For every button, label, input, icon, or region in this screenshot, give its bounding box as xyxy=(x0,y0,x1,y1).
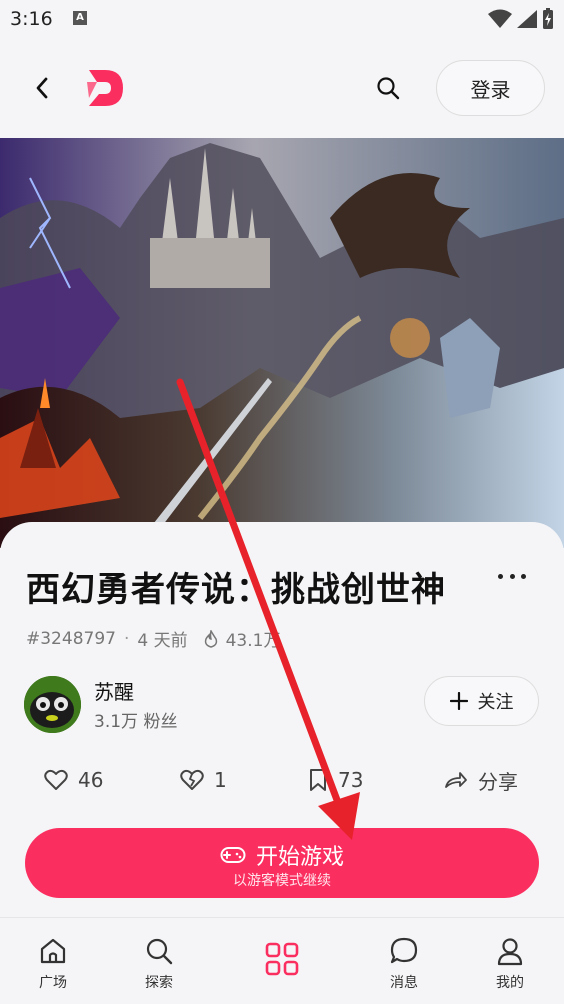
meta-separator: · xyxy=(123,628,130,649)
bookmark-button[interactable]: 73 xyxy=(308,760,363,800)
more-options-button[interactable] xyxy=(498,566,526,586)
broken-heart-icon xyxy=(180,769,204,790)
game-heat: 43.1万 xyxy=(225,631,281,651)
nav-label-profile: 我的 xyxy=(496,975,524,991)
search-icon xyxy=(377,77,400,100)
game-post-time: 4 天前 xyxy=(137,631,188,651)
start-game-sublabel: 以游客模式继续 xyxy=(233,873,331,889)
signal-icon xyxy=(517,10,537,28)
nav-label-plaza: 广场 xyxy=(39,975,67,991)
heart-icon xyxy=(44,769,68,790)
search-icon xyxy=(146,938,173,965)
status-icons xyxy=(488,8,554,30)
back-button[interactable] xyxy=(22,68,62,108)
author-fans-count: 3.1万 粉丝 xyxy=(94,712,178,732)
nav-item-plaza[interactable]: 广场 xyxy=(13,936,93,996)
search-button[interactable] xyxy=(368,68,408,108)
share-arrow-icon xyxy=(445,772,467,788)
gamepad-icon xyxy=(220,847,246,863)
nav-item-messages[interactable]: 消息 xyxy=(364,936,444,996)
start-game-label: 开始游戏 xyxy=(255,845,344,870)
dislike-count: 1 xyxy=(214,768,227,792)
status-time: 3:16 xyxy=(10,8,53,30)
more-dot xyxy=(498,573,503,579)
game-meta: #3248797 · 4 天前 43.1万 xyxy=(26,626,281,652)
chevron-left-icon xyxy=(36,77,48,99)
more-dot xyxy=(509,573,515,579)
fire-icon xyxy=(204,629,217,648)
author-name[interactable]: 苏醒 xyxy=(94,676,134,705)
battery-icon xyxy=(543,8,553,29)
share-button[interactable]: 分享 xyxy=(444,760,518,800)
bottom-navigation: 广场 探索 消息 我的 xyxy=(0,917,564,1004)
game-id: #3248797 xyxy=(26,628,116,649)
nav-label-messages: 消息 xyxy=(390,975,418,991)
game-title: 西幻勇者传说：挑战创世神 xyxy=(26,570,446,610)
hero-cover-image xyxy=(0,138,564,548)
chat-icon xyxy=(390,937,418,964)
grid-icon xyxy=(265,942,299,976)
share-label: 分享 xyxy=(478,769,518,794)
wifi-icon xyxy=(488,9,512,28)
dislike-button[interactable]: 1 xyxy=(180,760,227,800)
nav-item-apps[interactable] xyxy=(242,942,322,1002)
more-dot xyxy=(521,573,526,579)
action-bar: 46 1 73 分享 xyxy=(0,760,564,800)
bookmark-icon xyxy=(310,769,326,791)
game-info-card: 西幻勇者传说：挑战创世神 #3248797 · 4 天前 43.1万 苏醒 3.… xyxy=(0,522,564,917)
like-count: 46 xyxy=(78,768,104,792)
game-detail-page: 3:16 A 登录 西幻勇者传说：挑战创世神 #3248797 · 4 天前 4… xyxy=(0,0,564,1004)
login-button[interactable]: 登录 xyxy=(436,60,545,116)
start-game-main: 开始游戏 xyxy=(25,839,539,871)
plus-icon xyxy=(449,692,468,710)
nav-item-profile[interactable]: 我的 xyxy=(470,936,550,996)
bookmark-count: 73 xyxy=(338,768,364,792)
notification-badge-icon: A xyxy=(73,11,87,25)
like-button[interactable]: 46 xyxy=(44,760,103,800)
author-row: 苏醒 3.1万 粉丝 关注 xyxy=(24,674,540,733)
brand-d-logo-icon[interactable] xyxy=(85,68,127,108)
home-icon xyxy=(40,938,66,964)
start-game-button[interactable]: 开始游戏 以游客模式继续 xyxy=(25,828,539,898)
follow-button[interactable]: 关注 xyxy=(424,676,539,726)
nav-label-explore: 探索 xyxy=(145,975,173,991)
top-header: 登录 xyxy=(0,38,564,138)
follow-label: 关注 xyxy=(477,692,514,713)
status-bar: 3:16 A xyxy=(0,0,564,38)
nav-item-explore[interactable]: 探索 xyxy=(119,936,199,996)
author-avatar[interactable] xyxy=(24,676,81,733)
user-icon xyxy=(497,938,523,966)
